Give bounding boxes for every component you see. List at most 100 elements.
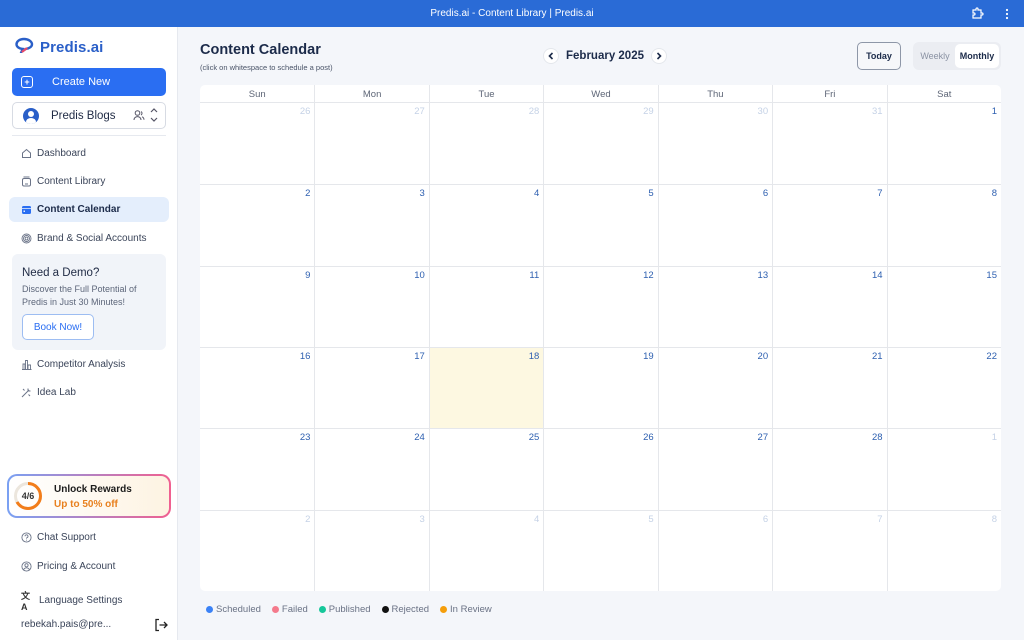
users-icon[interactable] [133,109,145,124]
calendar-day-cell[interactable]: 10 [314,265,429,347]
calendar-day-cell[interactable]: 15 [886,265,1001,347]
calendar-day-cell[interactable]: 4 [428,509,544,591]
calendar-day-cell[interactable]: 16 [200,347,315,428]
day-number: 31 [871,106,883,117]
sidebar-item-competitor-analysis[interactable]: Competitor Analysis [9,352,169,377]
calendar-day-cell[interactable]: 27 [657,428,773,510]
day-number: 12 [643,269,654,281]
calendar-day-cell[interactable]: 9 [200,265,315,347]
legend-label: Rejected [391,604,430,615]
calendar-day-cell[interactable]: 25 [428,428,544,510]
view-weekly-button[interactable]: Weekly [915,44,955,68]
day-number: 17 [414,351,425,362]
sidebar-item-brand-social-accounts[interactable]: Brand & Social Accounts [9,226,169,251]
day-of-week-header: Sat [886,85,1001,103]
chevron-right-icon [656,52,662,60]
sidebar-item-chat-support[interactable]: Chat Support [9,526,169,548]
more-vert-icon[interactable] [1000,7,1014,21]
calendar-day-cell[interactable]: 2 [200,184,315,265]
status-legend: Scheduled Failed Published Rejected In Revie… [206,604,503,615]
calendar-day-cell[interactable]: 7 [772,184,887,266]
calendar-day-cell[interactable]: 21 [772,347,887,429]
day-number: 27 [414,106,425,117]
calendar-day-cell[interactable]: 22 [886,347,1001,429]
calendar-day-cell[interactable]: 26 [200,103,314,184]
sidebar-item-content-calendar[interactable]: Content Calendar [9,197,169,222]
demo-description: Discover the Full Potential of Predis in… [22,284,137,307]
page-subtitle: (click on whitespace to schedule a post) [200,63,333,72]
logout-icon[interactable] [153,617,169,633]
user-email: rebekah.pais@pre... [21,619,112,630]
calendar-icon [21,204,32,215]
calendar-day-cell-today[interactable]: 18 [428,347,544,429]
calendar-day-cell[interactable]: 5 [543,184,658,266]
legend-label: Scheduled [216,604,261,615]
book-now-button[interactable]: Book Now! [22,314,94,340]
calendar-day-cell[interactable]: 30 [657,103,772,185]
calendar-day-cell[interactable]: 3 [314,184,429,266]
sidebar-item-label: Brand & Social Accounts [37,233,147,244]
calendar-day-cell[interactable]: 7 [772,509,887,591]
logo-icon [14,37,34,58]
day-number: 18 [528,351,540,362]
legend-label: Published [328,604,371,615]
day-number: 19 [643,351,654,362]
calendar-day-cell[interactable]: 13 [657,265,773,347]
calendar-day-cell[interactable]: 3 [314,509,429,591]
legend-dot-icon [318,606,326,613]
legend-dot-icon [440,606,448,613]
calendar-day-cell[interactable]: 23 [200,428,315,509]
calendar-day-cell[interactable]: 5 [543,509,658,591]
calendar-day-cell[interactable]: 19 [543,347,658,429]
calendar-header-row: Sun Mon Tue Wed Thu Fri Sat [200,85,1001,103]
today-button[interactable]: Today [857,42,901,70]
workspace-selector[interactable]: Predis Blogs [12,102,166,129]
calendar-day-cell[interactable]: 28 [772,428,887,510]
next-month-button[interactable] [651,48,667,64]
month-navigation: February 2025 [543,47,667,65]
day-number: 2 [305,188,311,200]
calendar-day-cell[interactable]: 8 [886,184,1001,266]
calendar-day-cell[interactable]: 27 [314,103,428,185]
calendar-day-cell[interactable]: 24 [314,428,429,510]
calendar-day-cell[interactable]: 17 [314,347,429,429]
sidebar-item-idea-lab[interactable]: Idea Lab [9,380,169,405]
calendar-day-cell[interactable]: 12 [543,265,658,347]
day-number: 22 [986,351,997,362]
day-number: 14 [871,269,883,281]
extension-icon[interactable] [970,7,984,21]
calendar-day-cell[interactable]: 28 [428,103,543,185]
prev-month-button[interactable] [543,48,559,64]
calendar-day-cell[interactable]: 11 [428,265,544,347]
create-new-button[interactable]: + Create New [12,68,166,96]
calendar-day-cell[interactable]: 6 [657,509,773,591]
calendar-day-cell[interactable]: 1 [886,428,1001,510]
day-number: 4 [533,188,540,200]
calendar-day-cell[interactable]: 8 [886,509,1001,591]
calendar-day-cell[interactable]: 29 [543,103,657,185]
day-number: 6 [762,188,769,200]
calendar-day-cell[interactable]: 20 [657,347,773,429]
calendar-day-cell[interactable]: 14 [772,265,887,347]
calendar-day-cell[interactable]: 1 [886,103,1001,185]
day-of-week-header: Mon [314,85,428,103]
calendar-day-cell[interactable]: 4 [428,184,544,266]
chevron-up-down-icon[interactable] [150,105,158,127]
logo[interactable]: Predis.ai [14,37,103,58]
day-number: 9 [305,269,311,281]
chart-icon [21,359,32,370]
sidebar-item-language-settings[interactable]: 文A Language Settings [9,589,169,612]
calendar-day-cell[interactable]: 26 [543,428,658,510]
calendar-day-cell[interactable]: 31 [772,103,886,185]
calendar-day-cell[interactable]: 6 [657,184,773,266]
sidebar-item-label: Dashboard [37,148,86,159]
view-monthly-button[interactable]: Monthly [955,44,999,68]
current-month-label: February 2025 [566,50,644,62]
legend-label: Failed [281,604,308,615]
sidebar-item-content-library[interactable]: Content Library [9,169,169,194]
sidebar: Predis.ai + Create New Predis Blogs Dash… [0,27,178,640]
sidebar-item-dashboard[interactable]: Dashboard [9,141,169,166]
sidebar-item-pricing-account[interactable]: Pricing & Account [9,555,169,577]
calendar-day-cell[interactable]: 2 [200,509,315,591]
unlock-rewards-card[interactable]: 4/6 Unlock Rewards Up to 50% off [8,475,170,517]
